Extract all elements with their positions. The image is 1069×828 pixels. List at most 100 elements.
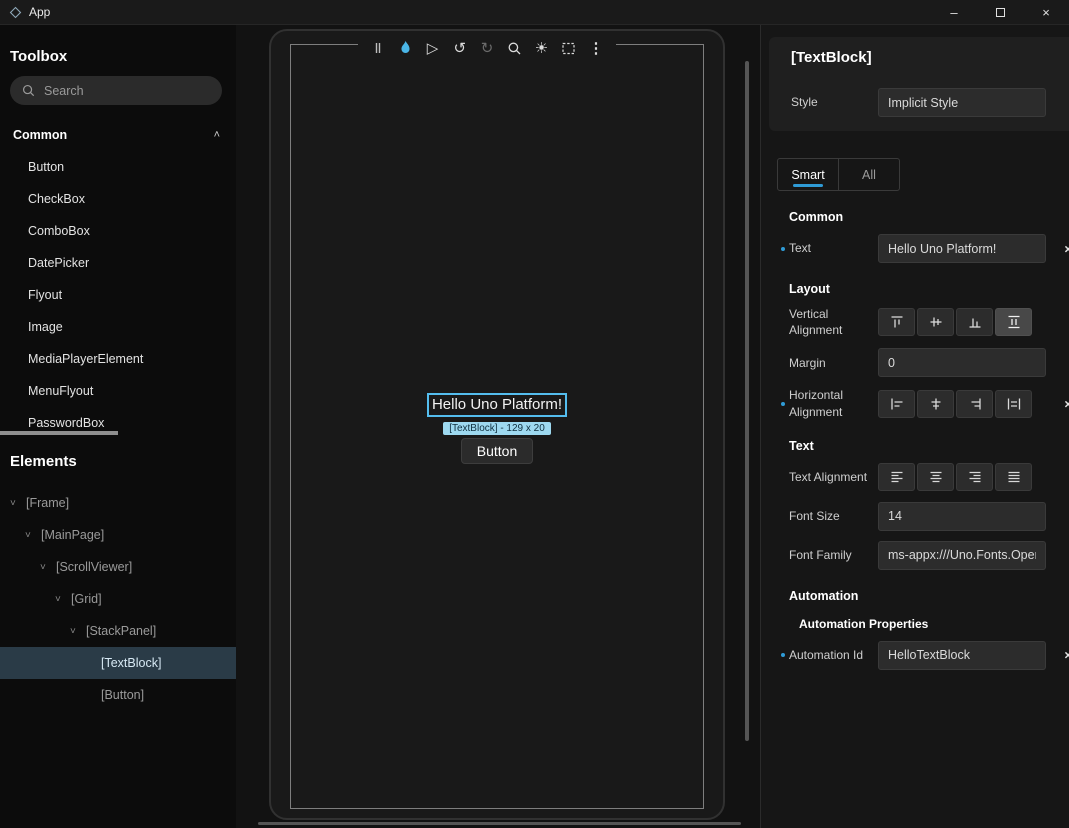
toolbox-sidebar: Toolbox Common ˄ Button CheckBox ComboBo… [0, 25, 236, 828]
canvas-vertical-scrollbar[interactable] [745, 61, 749, 741]
section-automation-title: Automation [789, 589, 1069, 603]
halign-stretch-button[interactable] [995, 390, 1032, 418]
horizontal-alignment-row: Horizontal Alignment × [761, 387, 1069, 419]
reset-marker-icon[interactable]: × [1064, 396, 1069, 411]
toolbox-item-image[interactable]: Image [0, 311, 236, 343]
toolbox-item-menuflyout[interactable]: MenuFlyout [0, 375, 236, 407]
close-button[interactable]: × [1023, 0, 1069, 24]
app-logo-icon [9, 6, 22, 19]
tree-item-label: [Frame] [26, 496, 69, 510]
horizontal-alignment-group [878, 390, 1032, 418]
text-align-justify-button[interactable] [995, 463, 1032, 491]
elements-title: Elements [10, 453, 236, 470]
hot-design-flame-icon[interactable] [395, 38, 415, 58]
reset-marker-icon[interactable]: × [1064, 241, 1069, 256]
halign-center-button[interactable] [917, 390, 954, 418]
undo-icon[interactable]: ↺ [450, 38, 470, 58]
section-text-title: Text [789, 439, 1069, 453]
text-property-row: Text × [761, 234, 1069, 263]
selection-size-badge: [TextBlock] - 129 x 20 [443, 422, 551, 435]
font-size-row: Font Size [761, 502, 1069, 531]
text-label: Text [789, 240, 878, 256]
tree-item-frame[interactable]: ˅ [Frame] [0, 487, 236, 519]
section-layout-title: Layout [789, 282, 1069, 296]
inspect-element-icon[interactable] [504, 38, 524, 58]
text-align-right-button[interactable] [956, 463, 993, 491]
toolbox-item-button[interactable]: Button [0, 151, 236, 183]
properties-panel: [TextBlock] Style Smart All Common Text … [760, 25, 1069, 828]
search-input[interactable] [44, 84, 210, 98]
grip-icon[interactable] [368, 38, 388, 58]
toolbox-item-combobox[interactable]: ComboBox [0, 215, 236, 247]
properties-title: [TextBlock] [791, 49, 1069, 66]
toolbox-search[interactable] [10, 76, 222, 105]
margin-label: Margin [789, 355, 878, 371]
toolbox-horizontal-scrollbar[interactable] [0, 431, 118, 435]
tree-item-label: [Grid] [71, 592, 102, 606]
margin-input[interactable] [878, 348, 1046, 377]
vertical-alignment-row: Vertical Alignment [761, 306, 1069, 338]
valign-top-button[interactable] [878, 308, 915, 336]
tree-item-stackpanel[interactable]: ˅ [StackPanel] [0, 615, 236, 647]
tab-all[interactable]: All [838, 159, 899, 190]
tree-item-label: [Button] [101, 688, 144, 702]
chevron-down-icon[interactable]: ˅ [10, 498, 26, 509]
tree-item-label: [TextBlock] [101, 656, 161, 670]
canvas-textblock-selected[interactable]: Hello Uno Platform! [427, 393, 567, 417]
valign-center-button[interactable] [917, 308, 954, 336]
tree-item-mainpage[interactable]: ˅ [MainPage] [0, 519, 236, 551]
toolbox-section-common[interactable]: Common ˄ [13, 128, 220, 142]
chevron-down-icon[interactable]: ˅ [55, 594, 71, 605]
tree-item-label: [ScrollViewer] [56, 560, 132, 574]
toolbox-item-datepicker[interactable]: DatePicker [0, 247, 236, 279]
selection-bounds-icon[interactable] [559, 38, 579, 58]
canvas-stackpanel: Hello Uno Platform! [TextBlock] - 129 x … [291, 393, 703, 464]
design-toolbar: ▷ ↺ ↻ ☀ ⋮ [358, 33, 616, 63]
modified-dot-icon [781, 247, 785, 251]
elements-tree: ˅ [Frame] ˅ [MainPage] ˅ [ScrollViewer] … [0, 487, 236, 711]
horizontal-alignment-label: Horizontal Alignment [789, 387, 878, 419]
text-alignment-row: Text Alignment [761, 463, 1069, 492]
valign-stretch-button[interactable] [995, 308, 1032, 336]
style-label: Style [791, 94, 878, 110]
toolbox-item-flyout[interactable]: Flyout [0, 279, 236, 311]
theme-sun-icon[interactable]: ☀ [532, 38, 552, 58]
maximize-button[interactable] [977, 0, 1023, 24]
titlebar: App – × [0, 0, 1069, 25]
toolbox-section-common-label: Common [13, 128, 67, 142]
chevron-up-icon[interactable]: ˄ [214, 129, 220, 141]
tree-item-button[interactable]: [Button] [0, 679, 236, 711]
reset-marker-icon[interactable]: × [1064, 648, 1069, 663]
more-options-icon[interactable]: ⋮ [586, 38, 606, 58]
font-size-input[interactable] [878, 502, 1046, 531]
margin-row: Margin [761, 348, 1069, 377]
automation-properties-title: Automation Properties [799, 617, 1069, 631]
valign-bottom-button[interactable] [956, 308, 993, 336]
text-align-center-button[interactable] [917, 463, 954, 491]
font-family-row: Font Family [761, 541, 1069, 570]
canvas-horizontal-scrollbar[interactable] [258, 822, 741, 825]
tab-smart[interactable]: Smart [778, 159, 838, 190]
text-input[interactable] [878, 234, 1046, 263]
minimize-button[interactable]: – [931, 0, 977, 24]
font-family-input[interactable] [878, 541, 1046, 570]
tree-item-textblock[interactable]: [TextBlock] [0, 647, 236, 679]
toolbox-item-mediaplayerelement[interactable]: MediaPlayerElement [0, 343, 236, 375]
text-align-left-button[interactable] [878, 463, 915, 491]
text-alignment-group [878, 463, 1032, 491]
play-icon[interactable]: ▷ [423, 38, 443, 58]
chevron-down-icon[interactable]: ˅ [40, 562, 56, 573]
tree-item-scrollviewer[interactable]: ˅ [ScrollViewer] [0, 551, 236, 583]
style-input[interactable] [878, 88, 1046, 117]
tree-item-label: [MainPage] [41, 528, 104, 542]
canvas-button[interactable]: Button [461, 438, 533, 464]
design-surface[interactable]: Hello Uno Platform! [TextBlock] - 129 x … [290, 44, 704, 809]
halign-left-button[interactable] [878, 390, 915, 418]
chevron-down-icon[interactable]: ˅ [25, 530, 41, 541]
halign-right-button[interactable] [956, 390, 993, 418]
toolbox-item-checkbox[interactable]: CheckBox [0, 183, 236, 215]
chevron-down-icon[interactable]: ˅ [70, 626, 86, 637]
automation-id-input[interactable] [878, 641, 1046, 670]
redo-icon[interactable]: ↻ [477, 38, 497, 58]
tree-item-grid[interactable]: ˅ [Grid] [0, 583, 236, 615]
